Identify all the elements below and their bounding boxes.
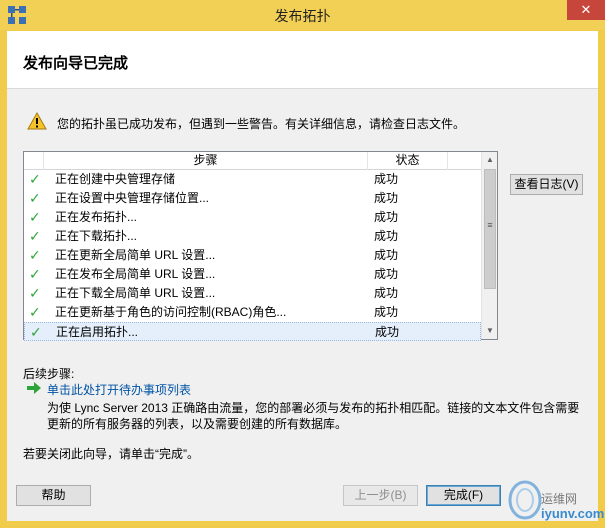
view-log-button[interactable]: 查看日志(V) xyxy=(510,174,583,195)
window-title: 发布拓扑 xyxy=(274,8,331,24)
check-icon: ✓ xyxy=(29,209,41,225)
title-bar[interactable]: 发布拓扑 ✕ xyxy=(0,0,605,30)
watermark-url: iyunv.com xyxy=(541,506,605,521)
back-button[interactable]: 上一步(B) xyxy=(343,485,418,506)
header-panel: 发布向导已完成 xyxy=(7,31,598,89)
list-item[interactable]: ✓ 正在发布全局简单 URL 设置... 成功 xyxy=(24,265,481,284)
step-text: 正在下载全局简单 URL 设置... xyxy=(55,286,216,300)
check-icon: ✓ xyxy=(30,324,42,340)
scroll-down-arrow-icon[interactable]: ▼ xyxy=(482,323,498,339)
header-icon-column xyxy=(24,152,44,170)
list-item[interactable]: ✓ 正在更新全局简单 URL 设置... 成功 xyxy=(24,246,481,265)
step-text: 正在启用拓扑... xyxy=(56,325,139,339)
list-header: 步骤 状态 xyxy=(24,152,481,170)
warning-triangle-icon xyxy=(27,112,47,130)
list-rows: ✓ 正在创建中央管理存储 成功 ✓ 正在设置中央管理存储位置... 成功 ✓ 正… xyxy=(24,170,481,341)
finish-button[interactable]: 完成(F) xyxy=(426,485,501,506)
step-text: 正在设置中央管理存储位置... xyxy=(55,191,210,205)
status-text: 成功 xyxy=(374,267,399,281)
warning-message: 您的拓扑虽已成功发布，但遇到一些警告。有关详细信息，请检查日志文件。 xyxy=(57,117,466,131)
list-item-selected[interactable]: ✓ 正在启用拓扑... 成功 xyxy=(24,322,481,341)
header-filler xyxy=(448,152,481,170)
step-text: 正在创建中央管理存储 xyxy=(55,172,176,186)
grip-icon: ≡ xyxy=(487,220,493,230)
vertical-scrollbar[interactable]: ▲ ≡ ▼ xyxy=(481,152,497,339)
status-text: 成功 xyxy=(374,248,399,262)
check-icon: ✓ xyxy=(29,171,41,187)
step-text: 正在下载拓扑... xyxy=(55,229,138,243)
status-text: 成功 xyxy=(374,305,399,319)
scroll-up-arrow-icon[interactable]: ▲ xyxy=(482,152,498,168)
steps-list[interactable]: 步骤 状态 ✓ 正在创建中央管理存储 成功 ✓ 正在设置中央管理存储位置... … xyxy=(23,151,498,341)
status-text: 成功 xyxy=(374,172,399,186)
check-icon: ✓ xyxy=(29,247,41,263)
watermark-text: 运维网 xyxy=(541,492,578,506)
status-text: 成功 xyxy=(374,286,399,300)
status-text: 成功 xyxy=(375,325,400,339)
status-text: 成功 xyxy=(374,210,399,224)
list-item[interactable]: ✓ 正在下载拓扑... 成功 xyxy=(24,227,481,246)
list-item[interactable]: ✓ 正在下载全局简单 URL 设置... 成功 xyxy=(24,284,481,303)
check-icon: ✓ xyxy=(29,228,41,244)
step-text: 正在发布全局简单 URL 设置... xyxy=(55,267,216,281)
step-text: 正在更新全局简单 URL 设置... xyxy=(55,248,216,262)
status-text: 成功 xyxy=(374,229,399,243)
green-arrow-icon xyxy=(27,382,41,394)
list-item[interactable]: ✓ 正在更新基于角色的访问控制(RBAC)角色... 成功 xyxy=(24,303,481,322)
step-text: 正在发布拓扑... xyxy=(55,210,138,224)
check-icon: ✓ xyxy=(29,304,41,320)
status-text: 成功 xyxy=(374,191,399,205)
list-item[interactable]: ✓ 正在发布拓扑... 成功 xyxy=(24,208,481,227)
column-header-status[interactable]: 状态 xyxy=(368,152,448,170)
dialog-client-area: 发布向导已完成 您的拓扑虽已成功发布，但遇到一些警告。有关详细信息，请检查日志文… xyxy=(7,31,604,521)
page-title: 发布向导已完成 xyxy=(23,55,129,72)
close-hint-text: 若要关闭此向导，请单击“完成”。 xyxy=(23,447,199,461)
next-steps-description: 为使 Lync Server 2013 正确路由流量，您的部署必须与发布的拓扑相… xyxy=(47,401,580,431)
list-item[interactable]: ✓ 正在设置中央管理存储位置... 成功 xyxy=(24,189,481,208)
column-header-step[interactable]: 步骤 xyxy=(44,152,368,170)
check-icon: ✓ xyxy=(29,190,41,206)
close-button[interactable]: ✕ xyxy=(567,0,605,20)
dialog-window: 发布拓扑 ✕ 发布向导已完成 您的拓扑虽已成功发布，但遇到一些警告。有关详细信息… xyxy=(0,0,605,528)
next-steps-label: 后续步骤: xyxy=(23,367,75,381)
todo-list-link[interactable]: 单击此处打开待办事项列表 xyxy=(47,381,191,398)
list-item[interactable]: ✓ 正在创建中央管理存储 成功 xyxy=(24,170,481,189)
check-icon: ✓ xyxy=(29,285,41,301)
check-icon: ✓ xyxy=(29,266,41,282)
scrollbar-thumb[interactable]: ≡ xyxy=(484,169,496,289)
step-text: 正在更新基于角色的访问控制(RBAC)角色... xyxy=(55,305,287,319)
help-button[interactable]: 帮助 xyxy=(16,485,91,506)
